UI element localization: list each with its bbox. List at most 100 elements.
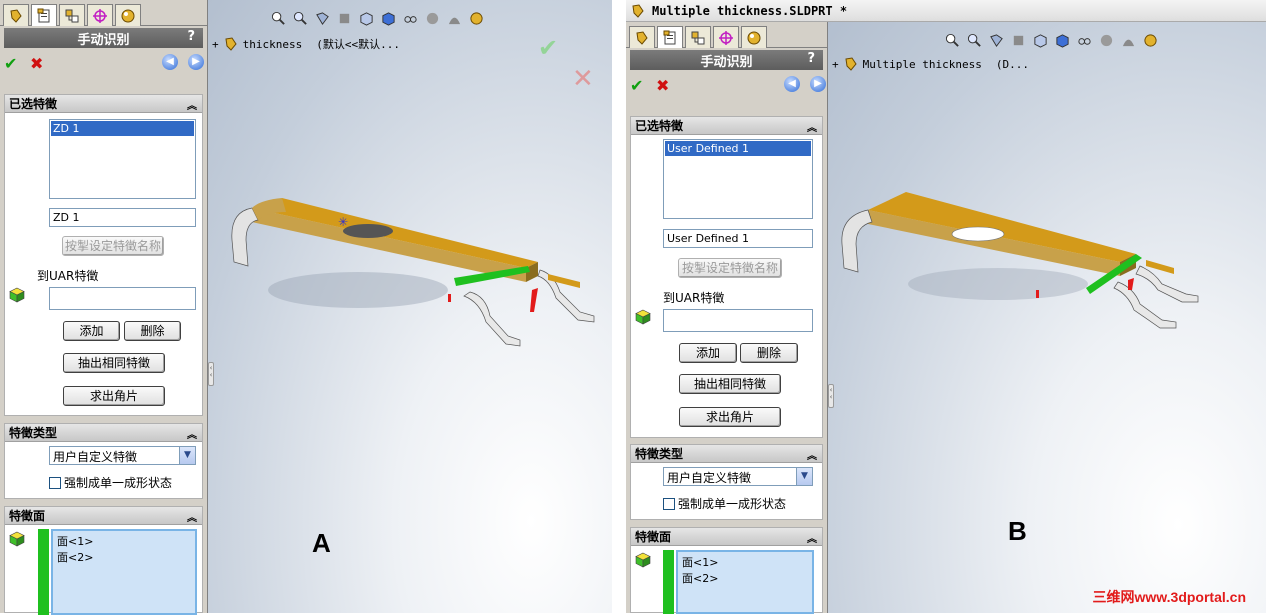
back-icon[interactable]: ◀ bbox=[784, 76, 800, 92]
group-title: 已选特徵 bbox=[9, 97, 58, 111]
forward-icon[interactable]: ▶ bbox=[188, 54, 204, 70]
chevron-down-icon[interactable]: ▼ bbox=[179, 447, 195, 464]
selected-features-header[interactable]: 已选特徵 ︽ bbox=[631, 117, 822, 135]
add-button[interactable]: 添加 bbox=[679, 343, 737, 363]
list-item[interactable]: ZD 1 bbox=[51, 121, 194, 136]
selected-features-list[interactable]: ZD 1 bbox=[49, 119, 196, 199]
cancel-icon[interactable]: ✖ bbox=[30, 54, 43, 73]
svg-text:✳: ✳ bbox=[338, 215, 348, 229]
tab-configuration-manager[interactable] bbox=[59, 4, 85, 26]
feature-faces-list[interactable]: 面<1> 面<2> bbox=[676, 550, 814, 614]
feature-type-select[interactable]: 用户自定义特徵 ▼ bbox=[663, 467, 813, 486]
uar-field[interactable] bbox=[49, 287, 196, 310]
forward-icon[interactable]: ▶ bbox=[810, 76, 826, 92]
feature-faces-header[interactable]: 特徵面 ︽ bbox=[5, 507, 202, 525]
cube-icon bbox=[635, 552, 651, 568]
ok-icon[interactable]: ✔ bbox=[630, 76, 643, 95]
selected-features-group: 已选特徵 ︽ User Defined 1 User Defined 1 按掣设… bbox=[630, 116, 823, 438]
rename-button[interactable]: 按掣设定特徵名称 bbox=[62, 236, 164, 256]
tab-display-manager[interactable] bbox=[741, 26, 767, 48]
ok-icon[interactable]: ✔ bbox=[4, 54, 17, 73]
selected-features-group: 已选特徵 ︽ ZD 1 ZD 1 按掣设定特徵名称 到UAR特徵 添加 删除 抽… bbox=[4, 94, 203, 416]
add-button[interactable]: 添加 bbox=[63, 321, 120, 341]
action-bar: ✔ ✖ ◀ ▶ bbox=[630, 74, 826, 98]
feature-manager-icon bbox=[636, 30, 648, 45]
property-manager-panel: 手动识别 ? ✔ ✖ ◀ ▶ 已选特徵 ︽ ZD 1 ZD 1 按掣设定特徵名称… bbox=[0, 0, 208, 615]
uar-field[interactable] bbox=[663, 309, 813, 332]
property-manager-header: 手动识别 ? bbox=[4, 28, 203, 48]
group-title: 已选特徵 bbox=[635, 119, 684, 133]
dimxpert-icon bbox=[719, 30, 733, 45]
find-corners-button[interactable]: 求出角片 bbox=[63, 386, 165, 406]
part-model-view bbox=[841, 192, 1199, 329]
delete-button[interactable]: 删除 bbox=[124, 321, 181, 341]
page-title: 手动识别 bbox=[700, 54, 753, 70]
delete-button[interactable]: 删除 bbox=[740, 343, 798, 363]
feature-type-group: 特徵类型 ︽ 用户自定义特徵 ▼ 强制成单一成形状态 bbox=[4, 423, 203, 499]
manager-tabs bbox=[0, 0, 207, 26]
select-value: 用户自定义特徵 bbox=[667, 471, 752, 485]
back-icon[interactable]: ◀ bbox=[162, 54, 178, 70]
help-button[interactable]: ? bbox=[807, 51, 815, 66]
screenshot-a: 手动识别 ? ✔ ✖ ◀ ▶ 已选特徵 ︽ ZD 1 ZD 1 按掣设定特徵名称… bbox=[0, 0, 612, 615]
feature-type-header[interactable]: 特徵类型 ︽ bbox=[5, 424, 202, 442]
help-button[interactable]: ? bbox=[187, 29, 195, 44]
list-item[interactable]: 面<2> bbox=[682, 570, 808, 586]
group-title: 特徵类型 bbox=[635, 447, 684, 461]
manager-tabs bbox=[626, 22, 827, 48]
tab-feature-manager[interactable] bbox=[629, 26, 655, 48]
extract-same-features-button[interactable]: 抽出相同特徵 bbox=[679, 374, 781, 394]
group-title: 特徵类型 bbox=[9, 426, 58, 440]
feature-type-header[interactable]: 特徵类型 ︽ bbox=[631, 445, 822, 463]
collapse-icon[interactable]: ︽ bbox=[187, 509, 197, 524]
feature-faces-list[interactable]: 面<1> 面<2> bbox=[51, 529, 197, 615]
collapse-icon[interactable]: ︽ bbox=[807, 119, 817, 134]
rename-button[interactable]: 按掣设定特徵名称 bbox=[678, 258, 782, 278]
feature-faces-group: 特徵面 ︽ 面<1> 面<2> bbox=[630, 527, 823, 614]
tab-property-manager[interactable] bbox=[31, 4, 57, 26]
tab-dimxpert[interactable] bbox=[87, 4, 113, 26]
uar-label: 到UAR特徵 bbox=[37, 269, 99, 283]
selected-features-header[interactable]: 已选特徵 ︽ bbox=[5, 95, 202, 113]
feature-type-group: 特徵类型 ︽ 用户自定义特徵 ▼ 强制成单一成形状态 bbox=[630, 444, 823, 520]
cube-icon bbox=[9, 287, 25, 303]
graphics-viewport[interactable]: ‹ ‹ + thickness (默认<<默认... ✔ ✕ ✳ A bbox=[208, 0, 612, 613]
face-color-bar bbox=[38, 529, 49, 615]
watermark: 三维网www.3dportal.cn bbox=[1092, 589, 1247, 605]
face-color-bar bbox=[663, 550, 674, 614]
collapse-icon[interactable]: ︽ bbox=[187, 426, 197, 441]
feature-name-field[interactable]: User Defined 1 bbox=[663, 229, 813, 248]
tab-display-manager[interactable] bbox=[115, 4, 141, 26]
display-manager-icon bbox=[747, 31, 761, 44]
checkbox[interactable] bbox=[663, 497, 675, 510]
list-item[interactable]: User Defined 1 bbox=[665, 141, 811, 156]
tab-dimxpert[interactable] bbox=[713, 26, 739, 48]
part-model-view: ✳ bbox=[231, 198, 595, 347]
chevron-down-icon[interactable]: ▼ bbox=[796, 468, 812, 485]
find-corners-button[interactable]: 求出角片 bbox=[679, 407, 781, 427]
force-single-form-checkbox[interactable]: 强制成单一成形状态 bbox=[49, 474, 172, 491]
feature-faces-header[interactable]: 特徵面 ︽ bbox=[631, 528, 822, 546]
screenshot-b: Multiple thickness.SLDPRT * 手动识别 ? ✔ ✖ ◀… bbox=[626, 0, 1266, 614]
feature-name-field[interactable]: ZD 1 bbox=[49, 208, 196, 227]
checkbox[interactable] bbox=[49, 476, 61, 489]
feature-manager-icon bbox=[10, 8, 22, 23]
collapse-icon[interactable]: ︽ bbox=[187, 97, 197, 112]
list-item[interactable]: 面<1> bbox=[682, 554, 808, 570]
collapse-icon[interactable]: ︽ bbox=[807, 530, 817, 545]
feature-type-select[interactable]: 用户自定义特徵 ▼ bbox=[49, 446, 196, 465]
screenshot-label: A bbox=[312, 528, 331, 558]
configuration-manager-icon bbox=[65, 9, 79, 22]
force-single-form-checkbox[interactable]: 强制成单一成形状态 bbox=[663, 495, 786, 512]
tab-configuration-manager[interactable] bbox=[685, 26, 711, 48]
tab-property-manager[interactable] bbox=[657, 26, 683, 48]
list-item[interactable]: 面<1> bbox=[57, 533, 191, 549]
graphics-viewport[interactable]: ‹ ‹ + Multiple thickness (D... B 三维网www.… bbox=[828, 22, 1266, 613]
tab-feature-manager[interactable] bbox=[3, 4, 29, 26]
selected-features-list[interactable]: User Defined 1 bbox=[663, 139, 813, 219]
extract-same-features-button[interactable]: 抽出相同特徵 bbox=[63, 353, 165, 373]
collapse-icon[interactable]: ︽ bbox=[807, 447, 817, 462]
list-item[interactable]: 面<2> bbox=[57, 549, 191, 565]
cube-icon bbox=[9, 531, 25, 547]
cancel-icon[interactable]: ✖ bbox=[656, 76, 669, 95]
